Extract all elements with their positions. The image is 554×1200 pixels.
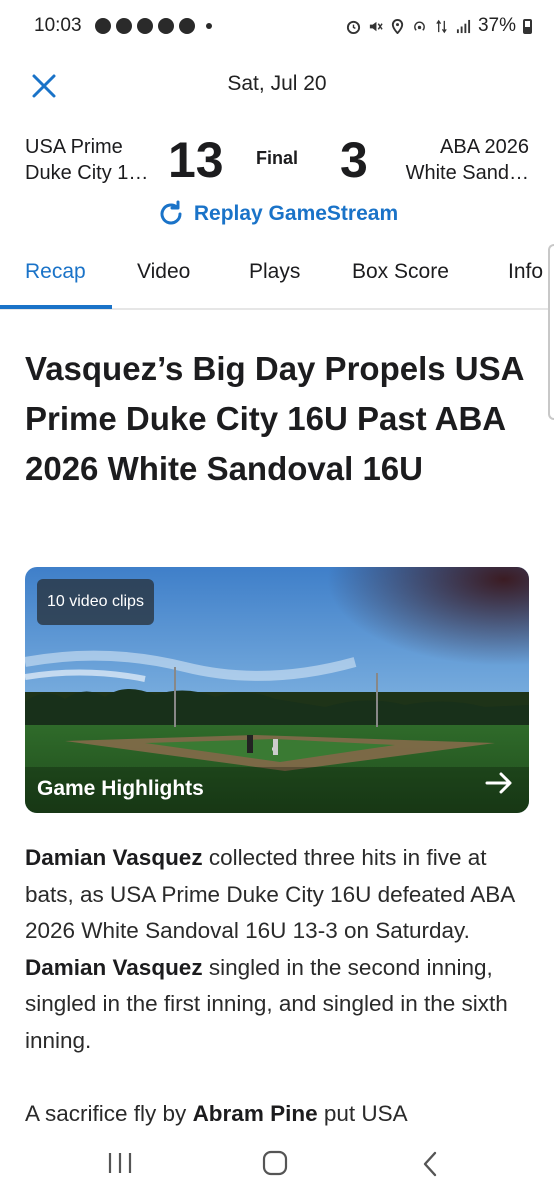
recap-paragraph-1: Damian Vasquez collected three hits in f… bbox=[25, 840, 535, 1059]
article-headline: Vasquez’s Big Day Propels USA Prime Duke… bbox=[25, 350, 524, 487]
game-highlights-card[interactable]: 10 video clips Game Highlights bbox=[25, 567, 529, 813]
tab-plays[interactable]: Plays bbox=[249, 260, 300, 284]
away-team-line2: White Sand… bbox=[405, 162, 529, 184]
game-header: Sat, Jul 20 bbox=[0, 60, 554, 112]
refresh-icon bbox=[160, 200, 182, 225]
game-date: Sat, Jul 20 bbox=[227, 72, 327, 95]
player-name-link[interactable]: Damian Vasquez bbox=[25, 955, 203, 980]
arrow-right-icon[interactable] bbox=[483, 767, 515, 799]
home-icon[interactable] bbox=[262, 1150, 288, 1176]
player-name-link[interactable]: Damian Vasquez bbox=[25, 845, 203, 870]
status-right: 37% bbox=[346, 15, 532, 37]
alarm-icon bbox=[346, 20, 361, 34]
recents-icon[interactable] bbox=[106, 1150, 134, 1176]
mute-icon bbox=[369, 21, 383, 31]
away-score: 3 bbox=[340, 132, 368, 188]
messenger-icon bbox=[115, 18, 132, 34]
back-icon[interactable] bbox=[420, 1150, 440, 1178]
active-tab-indicator bbox=[0, 305, 112, 309]
replay-gamestream-button[interactable]: Replay GameStream bbox=[0, 196, 554, 232]
tab-video[interactable]: Video bbox=[137, 260, 190, 284]
status-left: 10:03 bbox=[34, 15, 212, 37]
messenger-icon bbox=[136, 18, 153, 34]
location-icon bbox=[391, 18, 404, 34]
game-highlights-label: Game Highlights bbox=[37, 777, 204, 800]
more-notifications-dot bbox=[205, 23, 212, 29]
snapchat-icon bbox=[157, 18, 174, 34]
status-time: 10:03 bbox=[34, 15, 82, 36]
player-name-link[interactable]: Abram Pine bbox=[193, 1101, 318, 1126]
chat-icon bbox=[178, 18, 195, 34]
away-team-line1: ABA 2026 bbox=[440, 136, 529, 158]
battery-icon bbox=[523, 18, 532, 34]
tab-bar: Recap Video Plays Box Score Info bbox=[0, 246, 554, 310]
snapchat-icon bbox=[94, 18, 111, 34]
video-clips-badge: 10 video clips bbox=[37, 579, 154, 625]
system-nav-bar bbox=[0, 1126, 554, 1200]
tab-recap[interactable]: Recap bbox=[25, 260, 86, 284]
away-team-name[interactable]: ABA 2026 White Sand… bbox=[406, 134, 529, 186]
recap-text: A sacrifice fly by bbox=[25, 1101, 193, 1126]
tab-info[interactable]: Info bbox=[508, 260, 543, 284]
status-bar: 10:03 37% bbox=[0, 0, 554, 52]
tab-box-score[interactable]: Box Score bbox=[352, 260, 449, 284]
signal-icon bbox=[456, 19, 471, 33]
recap-text: put USA bbox=[317, 1101, 408, 1126]
scoreboard: USA Prime Duke City 1… 13 Final 3 ABA 20… bbox=[0, 128, 554, 198]
scroll-handle[interactable] bbox=[548, 244, 554, 420]
battery-percent: 37% bbox=[477, 15, 516, 36]
replay-label: Replay GameStream bbox=[193, 202, 399, 225]
hotspot-icon bbox=[414, 21, 425, 31]
data-icon bbox=[436, 19, 447, 33]
